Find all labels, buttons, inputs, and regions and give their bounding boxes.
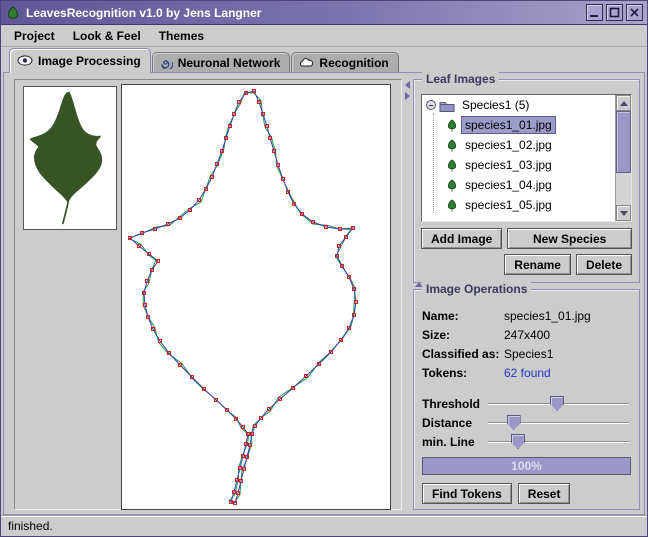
image-info-fields: Name: species1_01.jpg Size: 247x400 Clas… xyxy=(422,306,631,382)
min-line-slider-row: min. Line xyxy=(422,432,631,451)
leaf-file-icon xyxy=(446,199,458,212)
menu-project[interactable]: Project xyxy=(5,26,64,46)
scroll-down-button[interactable] xyxy=(616,205,631,221)
right-panel: Leaf Images Species1 (5) xyxy=(413,75,640,512)
find-tokens-button[interactable]: Find Tokens xyxy=(422,483,512,504)
tree-item-species1-05[interactable]: species1_05.jpg xyxy=(422,195,615,215)
tokens-count-value: 62 found xyxy=(504,366,551,380)
slider-label: min. Line xyxy=(422,435,486,449)
tab-neuronal-network[interactable]: Neuronal Network xyxy=(152,52,291,73)
tree-scrollbar[interactable] xyxy=(615,95,631,221)
cloud-icon xyxy=(299,57,314,68)
leaf-images-group: Leaf Images Species1 (5) xyxy=(413,79,640,283)
leaf-thumbnail xyxy=(23,86,117,230)
tree-collapse-icon[interactable] xyxy=(426,100,436,110)
minimize-button[interactable] xyxy=(586,4,603,21)
field-label: Size: xyxy=(422,328,504,342)
tab-image-processing[interactable]: Image Processing xyxy=(9,48,151,73)
parameter-sliders: Threshold Distance m xyxy=(422,394,631,451)
status-bar: finished. xyxy=(1,515,647,536)
menu-bar: Project Look & Feel Themes xyxy=(1,25,647,47)
delete-button[interactable]: Delete xyxy=(576,254,632,275)
tree-root-label: Species1 (5) xyxy=(459,97,532,113)
leaf-file-icon xyxy=(446,139,458,152)
image-operations-group: Image Operations Name: species1_01.jpg S… xyxy=(413,289,640,510)
field-value: 247x400 xyxy=(504,328,550,342)
field-label: Name: xyxy=(422,309,504,323)
leaf-file-icon xyxy=(446,159,458,172)
slider-label: Distance xyxy=(422,416,486,430)
field-tokens: Tokens: 62 found xyxy=(422,363,631,382)
tree-item-label: species1_04.jpg xyxy=(462,177,555,193)
field-value: species1_01.jpg xyxy=(504,309,591,323)
arrow-down-icon xyxy=(620,211,628,216)
collapse-left-icon[interactable] xyxy=(405,81,410,89)
tab-recognition[interactable]: Recognition xyxy=(291,52,398,73)
leaf-file-icon xyxy=(446,119,458,132)
progress-bar: 100% xyxy=(422,457,631,475)
title-bar: LeavesRecognition v1.0 by Jens Langner xyxy=(1,1,647,25)
slider-track[interactable] xyxy=(488,441,629,443)
field-label: Classified as: xyxy=(422,347,504,361)
collapse-right-icon[interactable] xyxy=(405,92,410,100)
tab-label: Image Processing xyxy=(38,54,141,68)
distance-slider[interactable] xyxy=(486,414,631,431)
tree-connector-lines xyxy=(433,113,434,213)
threshold-slider-row: Threshold xyxy=(422,394,631,413)
eye-icon xyxy=(17,55,33,66)
folder-icon xyxy=(439,99,455,112)
field-label: Tokens: xyxy=(422,366,504,380)
reset-button[interactable]: Reset xyxy=(518,483,571,504)
add-image-button[interactable]: Add Image xyxy=(421,228,502,249)
scroll-up-button[interactable] xyxy=(616,95,631,111)
field-classified-as: Classified as: Species1 xyxy=(422,344,631,363)
image-processing-panel: Leaf Images Species1 (5) xyxy=(3,72,645,515)
species-tree: Species1 (5) species1_01.jpg xyxy=(421,94,632,222)
app-window: LeavesRecognition v1.0 by Jens Langner P… xyxy=(0,0,648,537)
distance-slider-row: Distance xyxy=(422,413,631,432)
rename-button[interactable]: Rename xyxy=(504,254,571,275)
slider-thumb[interactable] xyxy=(507,415,521,430)
image-view-area xyxy=(14,79,402,510)
slider-label: Threshold xyxy=(422,397,486,411)
scrollbar-thumb[interactable] xyxy=(616,111,631,173)
field-value: Species1 xyxy=(504,347,553,361)
split-handle[interactable] xyxy=(404,81,410,101)
window-title: LeavesRecognition v1.0 by Jens Langner xyxy=(26,6,583,20)
field-name: Name: species1_01.jpg xyxy=(422,306,631,325)
menu-themes[interactable]: Themes xyxy=(150,26,213,46)
slider-thumb[interactable] xyxy=(550,396,564,411)
split-divider[interactable] xyxy=(403,75,411,512)
tab-strip: Image Processing Neuronal Network Recogn… xyxy=(1,47,647,73)
tree-viewport: Species1 (5) species1_01.jpg xyxy=(422,95,615,221)
arrow-up-icon xyxy=(620,101,628,106)
tab-label: Neuronal Network xyxy=(178,56,281,70)
tree-item-species1-02[interactable]: species1_02.jpg xyxy=(422,135,615,155)
group-title: Leaf Images xyxy=(422,72,499,86)
new-species-button[interactable]: New Species xyxy=(507,228,632,249)
tree-root-species1[interactable]: Species1 (5) xyxy=(422,95,615,115)
progress-label: 100% xyxy=(511,459,542,473)
tab-label: Recognition xyxy=(319,56,388,70)
field-size: Size: 247x400 xyxy=(422,325,631,344)
close-button[interactable] xyxy=(626,4,643,21)
threshold-slider[interactable] xyxy=(486,395,631,412)
app-icon xyxy=(5,5,21,21)
menu-look-and-feel[interactable]: Look & Feel xyxy=(64,26,150,46)
spiral-icon xyxy=(160,56,173,69)
tree-item-label: species1_02.jpg xyxy=(462,137,555,153)
tree-item-label: species1_05.jpg xyxy=(462,197,555,213)
tree-item-species1-04[interactable]: species1_04.jpg xyxy=(422,175,615,195)
tree-item-label: species1_03.jpg xyxy=(462,157,555,173)
leaf-file-icon xyxy=(446,179,458,192)
token-canvas[interactable] xyxy=(121,84,391,510)
tree-item-label: species1_01.jpg xyxy=(462,117,555,133)
slider-thumb[interactable] xyxy=(511,434,525,449)
min-line-slider[interactable] xyxy=(486,433,631,450)
status-text: finished. xyxy=(8,519,53,533)
tree-item-species1-03[interactable]: species1_03.jpg xyxy=(422,155,615,175)
tree-item-species1-01[interactable]: species1_01.jpg xyxy=(422,115,615,135)
group-title: Image Operations xyxy=(422,282,531,296)
maximize-button[interactable] xyxy=(606,4,623,21)
